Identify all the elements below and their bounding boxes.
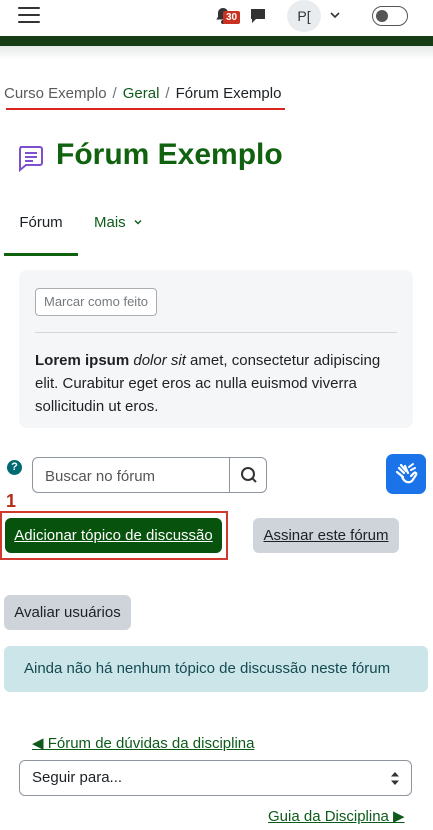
forum-search — [32, 457, 267, 493]
notification-count-badge: 30 — [223, 11, 241, 24]
breadcrumb-separator: / — [112, 85, 117, 102]
toggle-knob — [376, 10, 388, 22]
user-avatar[interactable]: P[ — [287, 0, 321, 32]
mark-done-button[interactable]: Marcar como feito — [35, 288, 158, 316]
breadcrumb-separator: / — [165, 85, 170, 102]
tab-more[interactable]: Mais — [94, 200, 142, 256]
select-arrows-icon — [391, 772, 399, 785]
message-icon[interactable] — [249, 7, 267, 25]
tab-label: Mais — [94, 214, 126, 231]
header-strip — [0, 36, 433, 46]
jump-to-select-value: Seguir para... — [32, 769, 123, 786]
chevron-down-icon[interactable] — [330, 10, 340, 20]
activity-info-card: Marcar como feito Lorem ipsum dolor sit … — [19, 270, 413, 428]
add-discussion-topic-button[interactable]: Adicionar tópico de discussão — [5, 518, 222, 553]
subscribe-forum-button[interactable]: Assinar este fórum — [253, 518, 399, 553]
breadcrumb: Curso Exemplo / Geral / Fórum Exemplo — [4, 85, 281, 102]
tab-label: Fórum — [19, 214, 63, 231]
sign-language-icon — [395, 463, 418, 484]
secondary-navigation: Fórum Mais — [0, 200, 433, 256]
breadcrumb-current[interactable]: Fórum Exemplo — [176, 85, 282, 102]
previous-activity-link[interactable]: ◀ Fórum de dúvidas da disciplina — [32, 734, 254, 752]
description-bold: Lorem ipsum — [35, 352, 130, 369]
description-italic: dolor sit — [133, 352, 186, 369]
breadcrumb-course[interactable]: Curso Exemplo — [4, 85, 107, 102]
jump-to-select[interactable]: Seguir para... — [19, 760, 412, 796]
top-navbar: 30 P[ — [0, 0, 433, 36]
search-input[interactable] — [45, 466, 225, 486]
header-shadow — [0, 46, 433, 60]
help-icon[interactable]: ? — [7, 460, 22, 475]
breadcrumb-section[interactable]: Geral — [123, 85, 160, 102]
rate-users-button[interactable]: Avaliar usuários — [4, 595, 131, 630]
forum-description: Lorem ipsum dolor sit amet, consectetur … — [35, 349, 407, 418]
search-button[interactable] — [229, 458, 267, 492]
menu-icon[interactable] — [18, 7, 40, 25]
tab-forum[interactable]: Fórum — [4, 200, 78, 256]
forum-icon — [19, 146, 43, 172]
divider — [35, 332, 397, 333]
sign-language-button[interactable] — [386, 454, 426, 494]
next-activity-link[interactable]: Guia da Disciplina ▶ — [268, 807, 405, 825]
annotation-number: 1 — [6, 491, 17, 511]
annotation-underline — [6, 108, 285, 110]
chevron-down-icon — [134, 220, 142, 225]
page-title: Fórum Exemplo — [56, 138, 283, 171]
search-icon — [241, 467, 257, 483]
edit-mode-toggle[interactable] — [372, 6, 408, 26]
no-topics-alert: Ainda não há nenhum tópico de discussão … — [4, 646, 428, 692]
